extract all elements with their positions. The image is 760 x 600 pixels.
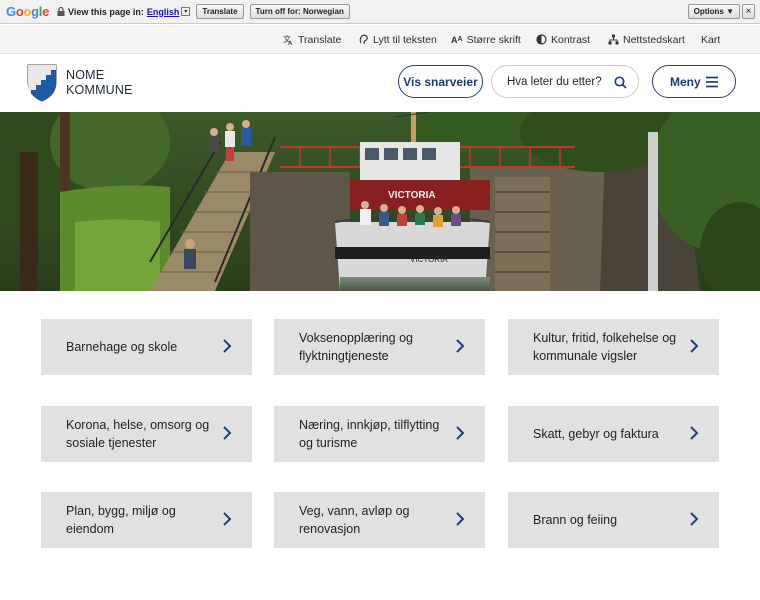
turn-off-button[interactable]: Turn off for: Norwegian bbox=[249, 4, 350, 19]
utility-text-size-label: Større skrift bbox=[466, 33, 521, 46]
google-logo: Google bbox=[6, 4, 50, 19]
shortcuts-button[interactable]: Vis snarveier bbox=[398, 65, 483, 98]
coat-of-arms-icon[interactable] bbox=[27, 64, 57, 102]
tile-skatt-gebyr[interactable]: Skatt, gebyr og faktura bbox=[508, 406, 719, 462]
translate-prompt: View this page in: bbox=[68, 6, 144, 17]
chevron-right-icon bbox=[690, 426, 699, 440]
canal-lock-photo: VICTORIA VICTORIA bbox=[0, 112, 760, 291]
chevron-right-icon bbox=[690, 339, 699, 353]
utility-text-size[interactable]: AA Større skrift bbox=[451, 25, 521, 54]
tile-label: Brann og feiing bbox=[533, 513, 618, 527]
language-dropdown-icon[interactable]: ▾ bbox=[181, 7, 191, 16]
hamburger-icon bbox=[706, 76, 718, 88]
utility-sitemap-label: Nettstedskart bbox=[623, 33, 685, 46]
sitemap-icon bbox=[608, 34, 619, 45]
utility-listen-label: Lytt til teksten bbox=[373, 33, 437, 46]
tile-plan-bygg[interactable]: Plan, bygg, miljø og eiendom bbox=[41, 492, 252, 548]
tile-kultur-fritid[interactable]: Kultur, fritid, folkehelse og kommunale … bbox=[508, 319, 719, 375]
tile-voksenopplaering[interactable]: Voksenopplæring og flyktningtjeneste bbox=[274, 319, 485, 375]
tile-barnehage-skole[interactable]: Barnehage og skole bbox=[41, 319, 252, 375]
hero-image: VICTORIA VICTORIA bbox=[0, 112, 760, 291]
utility-map-label: Kart bbox=[701, 33, 721, 46]
utility-listen[interactable]: Lytt til teksten bbox=[358, 25, 437, 54]
lock-icon bbox=[57, 7, 65, 16]
utility-map[interactable]: Kart bbox=[701, 25, 720, 54]
chevron-right-icon bbox=[223, 339, 232, 353]
site-header: NOME KOMMUNE bbox=[0, 55, 760, 112]
search-field[interactable]: Hva leter du etter? bbox=[491, 65, 639, 98]
tile-label: Skatt, gebyr og faktura bbox=[533, 427, 659, 441]
site-logo-text[interactable]: NOME KOMMUNE bbox=[66, 68, 133, 98]
search-icon[interactable] bbox=[614, 76, 627, 89]
tile-label: Kultur, fritid, folkehelse og kommunale … bbox=[533, 331, 677, 363]
translate-icon: 文A bbox=[283, 34, 294, 45]
tile-label: Korona, helse, omsorg og sosiale tjenest… bbox=[66, 418, 210, 450]
tile-label: Næring, innkjøp, tilflytting og turisme bbox=[299, 418, 440, 450]
shortcuts-label: Vis snarveier bbox=[403, 74, 478, 89]
svg-text:A: A bbox=[288, 40, 293, 45]
utility-translate[interactable]: 文A Translate bbox=[283, 25, 341, 54]
options-button[interactable]: Options ▼ bbox=[687, 4, 740, 19]
translate-button[interactable]: Translate bbox=[196, 4, 244, 19]
chevron-right-icon bbox=[456, 339, 465, 353]
chevron-right-icon bbox=[223, 512, 232, 526]
chevron-right-icon bbox=[223, 426, 232, 440]
boat-name-upper: VICTORIA bbox=[388, 190, 436, 201]
menu-button[interactable]: Meny bbox=[652, 65, 736, 98]
text-size-icon: AA bbox=[451, 34, 463, 45]
close-icon[interactable]: × bbox=[742, 4, 755, 19]
utility-bar: 文A Translate Lytt til teksten AA Større … bbox=[0, 25, 760, 54]
boat-name-hull: VICTORIA bbox=[410, 255, 448, 264]
chevron-right-icon bbox=[690, 512, 699, 526]
language-link[interactable]: English bbox=[147, 7, 180, 17]
tile-korona-helse[interactable]: Korona, helse, omsorg og sosiale tjenest… bbox=[41, 406, 252, 462]
tile-veg-vann[interactable]: Veg, vann, avløp og renovasjon bbox=[274, 492, 485, 548]
tile-brann-feiing[interactable]: Brann og feiing bbox=[508, 492, 719, 548]
utility-translate-label: Translate bbox=[298, 33, 342, 46]
listen-icon bbox=[358, 34, 369, 45]
logo-line-2: KOMMUNE bbox=[66, 83, 133, 97]
tile-label: Veg, vann, avløp og renovasjon bbox=[299, 504, 410, 536]
chevron-right-icon bbox=[456, 512, 465, 526]
tile-label: Plan, bygg, miljø og eiendom bbox=[66, 504, 176, 536]
utility-contrast-label: Kontrast bbox=[551, 33, 591, 46]
google-translate-bar: Google View this page in: English ▾ Tran… bbox=[0, 0, 760, 24]
tile-naering-turisme[interactable]: Næring, innkjøp, tilflytting og turisme bbox=[274, 406, 485, 462]
logo-line-1: NOME bbox=[66, 68, 105, 82]
utility-contrast[interactable]: Kontrast bbox=[536, 25, 590, 54]
tile-label: Voksenopplæring og flyktningtjeneste bbox=[299, 331, 413, 363]
chevron-right-icon bbox=[456, 426, 465, 440]
utility-sitemap[interactable]: Nettstedskart bbox=[608, 25, 685, 54]
menu-label: Meny bbox=[670, 74, 701, 89]
contrast-icon bbox=[536, 34, 547, 45]
tile-label: Barnehage og skole bbox=[66, 340, 178, 354]
search-placeholder: Hva leter du etter? bbox=[507, 75, 602, 88]
